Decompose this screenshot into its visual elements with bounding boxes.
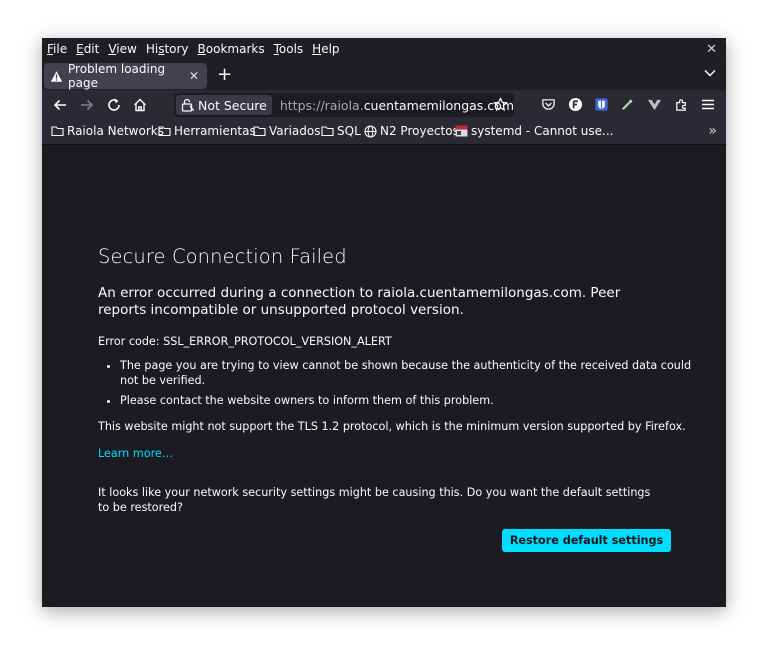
menu-tools[interactable]: Tools [274,42,304,56]
error-details-list: The page you are trying to view cannot b… [98,358,700,413]
vue-devtools-icon[interactable] [647,97,662,112]
chevron-down-icon[interactable] [704,68,716,78]
error-page: Secure Connection Failed An error occurr… [42,148,726,607]
error-code: Error code: SSL_ERROR_PROTOCOL_VERSION_A… [98,335,392,348]
url-text[interactable]: https://raiola.cuentamemilongas.com [280,98,514,113]
folder-icon [158,126,171,137]
list-item: Please contact the website owners to inf… [120,393,700,408]
folder-icon [51,126,64,137]
security-label: Not Secure [198,97,267,113]
extensions-puzzle-icon[interactable] [674,97,689,112]
bookmark-systemd[interactable]: systemd - Cannot use... [455,124,613,138]
bookmark-variados[interactable]: Variados [253,124,320,138]
back-arrow-icon[interactable] [52,97,68,113]
globe-icon [364,124,377,138]
not-secure-badge[interactable]: Not Secure [176,95,272,115]
tls-version-note: This website might not support the TLS 1… [98,420,686,433]
tab-close-icon[interactable]: ✕ [189,69,199,83]
folder-icon [321,126,334,137]
bookmark-sql[interactable]: SQL [321,124,361,138]
folder-icon [253,126,266,137]
reload-icon[interactable] [106,97,122,113]
window-close-icon[interactable]: ✕ [706,42,717,57]
bookmark-raiola-networks[interactable]: Raiola Networks [51,124,164,138]
broken-lock-icon [181,98,194,112]
menu-bookmarks[interactable]: Bookmarks [198,42,265,56]
restore-default-settings-button[interactable]: Restore default settings [502,529,671,552]
extension-f-icon[interactable] [568,97,583,112]
menu-bar: File Edit View History Bookmarks Tools H… [42,38,726,60]
navigation-toolbar: Not Secure https://raiola.cuentamemilong… [42,90,726,120]
menu-edit[interactable]: Edit [76,42,99,56]
url-bar[interactable]: Not Secure https://raiola.cuentamemilong… [174,93,514,117]
bitwarden-shield-icon[interactable] [594,97,609,112]
bookmark-herramientas[interactable]: Herramientas [158,124,256,138]
bookmark-star-icon[interactable] [493,97,508,112]
error-title: Secure Connection Failed [98,245,347,268]
learn-more-link[interactable]: Learn more… [98,447,173,460]
new-tab-icon[interactable]: + [217,64,232,85]
error-short-description: An error occurred during a connection to… [98,285,621,318]
home-icon[interactable] [132,97,148,113]
tab-problem-loading[interactable]: Problem loading page ✕ [44,62,207,90]
color-picker-icon[interactable] [620,97,635,112]
hamburger-menu-icon[interactable] [701,97,715,112]
bookmarks-overflow-icon[interactable]: » [708,123,717,139]
browser-window: File Edit View History Bookmarks Tools H… [42,38,726,607]
forward-arrow-icon[interactable] [79,97,95,113]
menu-view[interactable]: View [108,42,136,56]
menu-file[interactable]: File [47,42,67,56]
tab-bar: Problem loading page ✕ + [42,60,726,90]
menu-history[interactable]: History [146,42,189,56]
menu-help[interactable]: Help [312,42,339,56]
list-item: The page you are trying to view cannot b… [120,358,700,388]
site-favicon [455,125,468,137]
tab-title: Problem loading page [68,62,166,90]
security-settings-note: It looks like your network security sett… [98,486,651,514]
warning-icon [50,70,63,82]
bookmark-n2-proyectos[interactable]: N2 Proyectos [364,124,459,138]
bookmarks-toolbar: Raiola Networks Herramientas Variados SQ… [42,120,726,145]
pocket-icon[interactable] [541,97,556,112]
